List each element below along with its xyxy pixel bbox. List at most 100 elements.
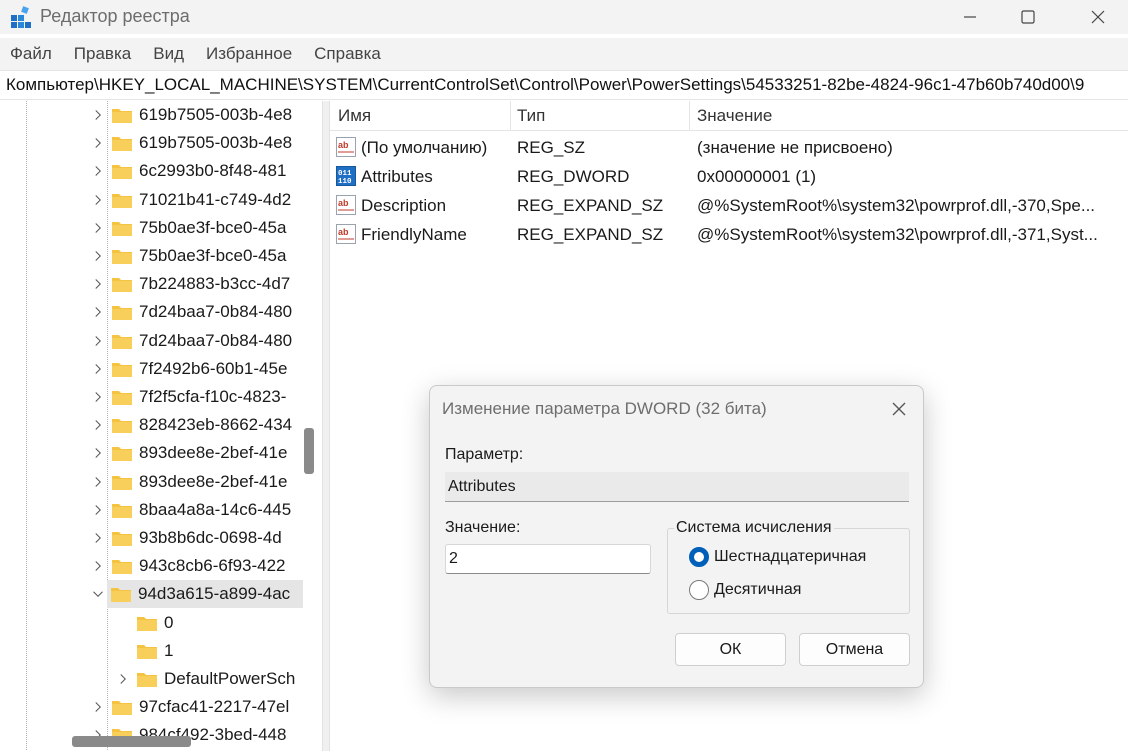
tree-node-label: 97cfac41-2217-47el <box>139 697 290 717</box>
chevron-right-icon[interactable] <box>90 333 106 349</box>
value-row[interactable]: ab Description REG_EXPAND_SZ @%SystemRoot%\… <box>330 191 1128 220</box>
hex-radio[interactable] <box>689 547 709 567</box>
chevron-right-icon[interactable] <box>90 389 106 405</box>
close-button[interactable] <box>1068 0 1128 34</box>
menu-help[interactable]: Справка <box>303 44 392 64</box>
param-label: Параметр: <box>445 446 524 463</box>
chevron-right-icon[interactable] <box>90 192 106 208</box>
close-icon <box>892 402 906 416</box>
tree-node[interactable]: 7f2492b6-60b1-45e <box>90 355 287 383</box>
tree-vertical-scroll-thumb[interactable] <box>304 428 314 474</box>
folder-icon <box>111 134 133 152</box>
tree-vertical-scrollbar[interactable] <box>303 101 315 741</box>
tree-node[interactable]: 1 <box>115 637 173 665</box>
tree-node[interactable]: 75b0ae3f-bce0-45a <box>90 214 286 242</box>
value-type: REG_DWORD <box>517 167 630 186</box>
tree-node[interactable]: 893dee8e-2bef-41e <box>90 439 287 467</box>
edit-dword-dialog: Изменение параметра DWORD (32 бита) Пара… <box>429 385 924 688</box>
chevron-right-icon[interactable] <box>90 361 106 377</box>
tree-node[interactable]: 71021b41-c749-4d2 <box>90 186 291 214</box>
tree-node-label: 7f2492b6-60b1-45e <box>139 358 288 378</box>
tree-horizontal-scroll-thumb[interactable] <box>72 736 191 747</box>
tree-node[interactable]: 943c8cb6-6f93-422 <box>90 552 286 580</box>
chevron-right-icon[interactable] <box>90 304 106 320</box>
base-groupbox <box>667 528 910 614</box>
value-name: FriendlyName <box>361 225 467 244</box>
tree-node[interactable]: 6c2993b0-8f48-481 <box>90 157 286 185</box>
chevron-right-icon[interactable] <box>90 502 106 518</box>
chevron-right-icon[interactable] <box>90 276 106 292</box>
value-type: REG_EXPAND_SZ <box>517 225 664 244</box>
minimize-icon <box>964 16 976 18</box>
tree-node[interactable]: 7f2f5cfa-f10c-4823- <box>90 383 286 411</box>
tree-node-label: 619b7505-003b-4e8 <box>139 105 293 124</box>
chevron-right-icon[interactable] <box>90 474 106 490</box>
tree-node[interactable]: 97cfac41-2217-47el <box>90 693 289 721</box>
tree-node-label: 7b224883-b3cc-4d7 <box>139 274 291 294</box>
column-divider[interactable] <box>510 101 511 131</box>
value-name: Description <box>361 196 447 215</box>
tree-node[interactable]: 619b7505-003b-4e8 <box>90 129 292 157</box>
pane-splitter[interactable] <box>322 101 330 751</box>
chevron-right-icon[interactable] <box>90 417 106 433</box>
tree-node[interactable]: 7b224883-b3cc-4d7 <box>90 270 290 298</box>
tree-node-label: 7f2f5cfa-f10c-4823- <box>139 387 287 406</box>
column-type[interactable]: Тип <box>517 106 545 126</box>
value-row[interactable]: 011 110 Attributes REG_DWORD 0x00000001 (1) <box>330 162 1128 191</box>
tree-node[interactable]: 94d3a615-a899-4ac <box>93 580 303 609</box>
chevron-right-icon[interactable] <box>115 671 131 687</box>
chevron-right-icon[interactable] <box>90 220 106 236</box>
column-data[interactable]: Значение <box>697 106 772 126</box>
tree-node-label: 93b8b6dc-0698-4d <box>139 528 282 547</box>
chevron-right-icon[interactable] <box>90 163 106 179</box>
column-divider[interactable] <box>689 101 690 131</box>
tree-node[interactable]: 7d24baa7-0b84-480 <box>90 327 292 355</box>
list-header: Имя Тип Значение <box>330 101 1128 131</box>
hex-radio-label[interactable]: Шестнадцатеричная <box>714 548 866 566</box>
chevron-right-icon[interactable] <box>90 445 106 461</box>
value-row[interactable]: ab FriendlyName REG_EXPAND_SZ @%SystemRoot%… <box>330 220 1128 249</box>
tree-node[interactable]: 619b7505-003b-4e8 <box>90 101 292 129</box>
tree-guide-line <box>26 101 27 751</box>
address-path: Компьютер\HKEY_LOCAL_MACHINE\SYSTEM\Curr… <box>6 75 1085 94</box>
menu-file[interactable]: Файл <box>0 44 63 64</box>
value-row[interactable]: ab (По умолчанию) REG_SZ (значение не присв… <box>330 133 1128 162</box>
tree-node[interactable]: 75b0ae3f-bce0-45a <box>90 242 286 270</box>
folder-icon <box>136 614 158 632</box>
folder-icon <box>111 529 133 547</box>
chevron-right-icon[interactable] <box>90 699 106 715</box>
address-bar[interactable]: Компьютер\HKEY_LOCAL_MACHINE\SYSTEM\Curr… <box>0 70 1128 100</box>
window-title: Редактор реестра <box>40 6 190 26</box>
dec-radio[interactable] <box>689 580 709 600</box>
dialog-close-button[interactable] <box>886 396 912 422</box>
cancel-button[interactable]: Отмена <box>799 633 910 666</box>
tree-node[interactable]: 828423eb-8662-434 <box>90 411 292 439</box>
chevron-right-icon[interactable] <box>90 135 106 151</box>
menu-view[interactable]: Вид <box>142 44 195 64</box>
chevron-right-icon[interactable] <box>90 107 106 123</box>
folder-icon <box>111 247 133 265</box>
dialog-title: Изменение параметра DWORD (32 бита) <box>442 399 767 418</box>
chevron-right-icon[interactable] <box>90 248 106 264</box>
column-name[interactable]: Имя <box>338 106 371 126</box>
chevron-right-icon[interactable] <box>90 530 106 546</box>
tree-node[interactable]: 8baa4a8a-14c6-445 <box>90 496 291 524</box>
tree-node[interactable]: DefaultPowerSch <box>115 665 295 693</box>
folder-icon <box>111 444 133 462</box>
value-input[interactable] <box>445 544 651 574</box>
tree-node[interactable]: 0 <box>115 609 173 637</box>
tree-node-label: 8baa4a8a-14c6-445 <box>139 499 292 519</box>
menu-edit[interactable]: Правка <box>63 44 142 64</box>
ok-button[interactable]: ОК <box>675 633 786 666</box>
tree-node[interactable]: 7d24baa7-0b84-480 <box>90 298 292 326</box>
maximize-button[interactable] <box>998 0 1058 34</box>
chevron-down-icon[interactable] <box>90 586 106 602</box>
menu-favorites[interactable]: Избранное <box>195 44 303 64</box>
dec-radio-label[interactable]: Десятичная <box>714 581 801 599</box>
tree-node[interactable]: 93b8b6dc-0698-4d <box>90 524 282 552</box>
minimize-button[interactable] <box>940 0 1000 34</box>
chevron-right-icon[interactable] <box>90 558 106 574</box>
tree-node-label: 1 <box>164 640 174 660</box>
tree-node[interactable]: 893dee8e-2bef-41e <box>90 468 287 496</box>
